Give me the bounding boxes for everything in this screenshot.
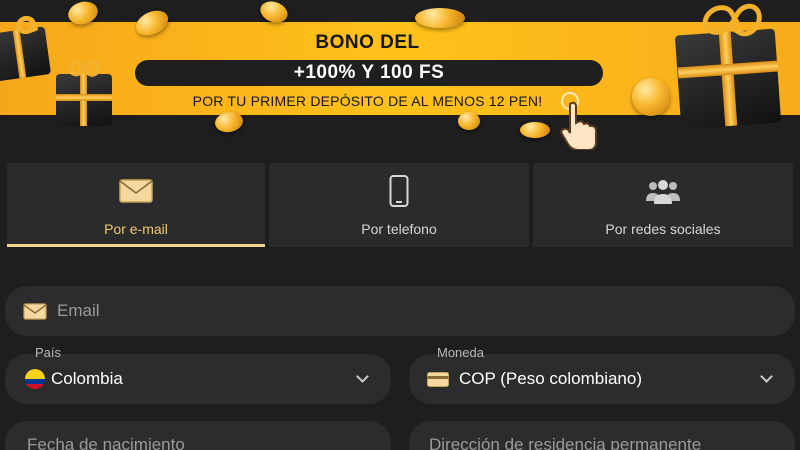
address-field[interactable]: Dirección de residencia permanente: [409, 421, 795, 450]
address-placeholder: Dirección de residencia permanente: [429, 435, 702, 450]
tab-phone-label: Por telefono: [361, 221, 437, 237]
banner-highlight-pill: +100% Y 100 FS: [135, 60, 603, 86]
chevron-down-icon: [760, 370, 773, 383]
birthdate-placeholder: Fecha de nacimiento: [27, 435, 185, 450]
banner-highlight: +100% Y 100 FS: [293, 62, 445, 83]
banner-subtitle: POR TU PRIMER DEPÓSITO DE AL MENOS 12 PE…: [192, 93, 543, 109]
promo-banner[interactable]: BONO DEL +100% Y 100 FS POR TU PRIMER DE…: [0, 0, 800, 150]
chevron-down-icon: [356, 370, 369, 383]
coin-icon: [520, 122, 550, 138]
tab-email-label: Por e-mail: [104, 221, 168, 237]
envelope-icon: [119, 179, 153, 203]
currency-value: COP (Peso colombiano): [459, 369, 642, 388]
envelope-icon: [23, 303, 47, 320]
registration-method-tabs: Por e-mail Por telefono Por redes social…: [7, 163, 793, 247]
tab-email[interactable]: Por e-mail: [7, 163, 265, 247]
tab-phone[interactable]: Por telefono: [269, 163, 529, 247]
card-icon: [427, 372, 449, 387]
tab-social-label: Por redes sociales: [605, 221, 721, 237]
country-select[interactable]: País Colombia: [5, 345, 391, 404]
gift-box-icon: [672, 0, 792, 130]
colombia-flag-icon: [25, 369, 45, 389]
banner-title: BONO DEL: [315, 32, 420, 53]
phone-icon: [389, 175, 409, 207]
currency-label: Moneda: [437, 345, 484, 360]
email-placeholder: Email: [57, 301, 100, 320]
coin-icon: [458, 112, 480, 130]
birthdate-field[interactable]: Fecha de nacimiento: [5, 421, 391, 450]
currency-select[interactable]: Moneda COP (Peso colombiano): [409, 345, 795, 404]
country-label: País: [35, 345, 62, 360]
people-icon: [646, 180, 680, 204]
email-field[interactable]: Email: [5, 286, 795, 336]
pointing-hand-icon: [560, 100, 600, 150]
tab-social[interactable]: Por redes sociales: [533, 163, 793, 247]
coin-icon: [415, 8, 465, 28]
country-value: Colombia: [51, 369, 123, 388]
